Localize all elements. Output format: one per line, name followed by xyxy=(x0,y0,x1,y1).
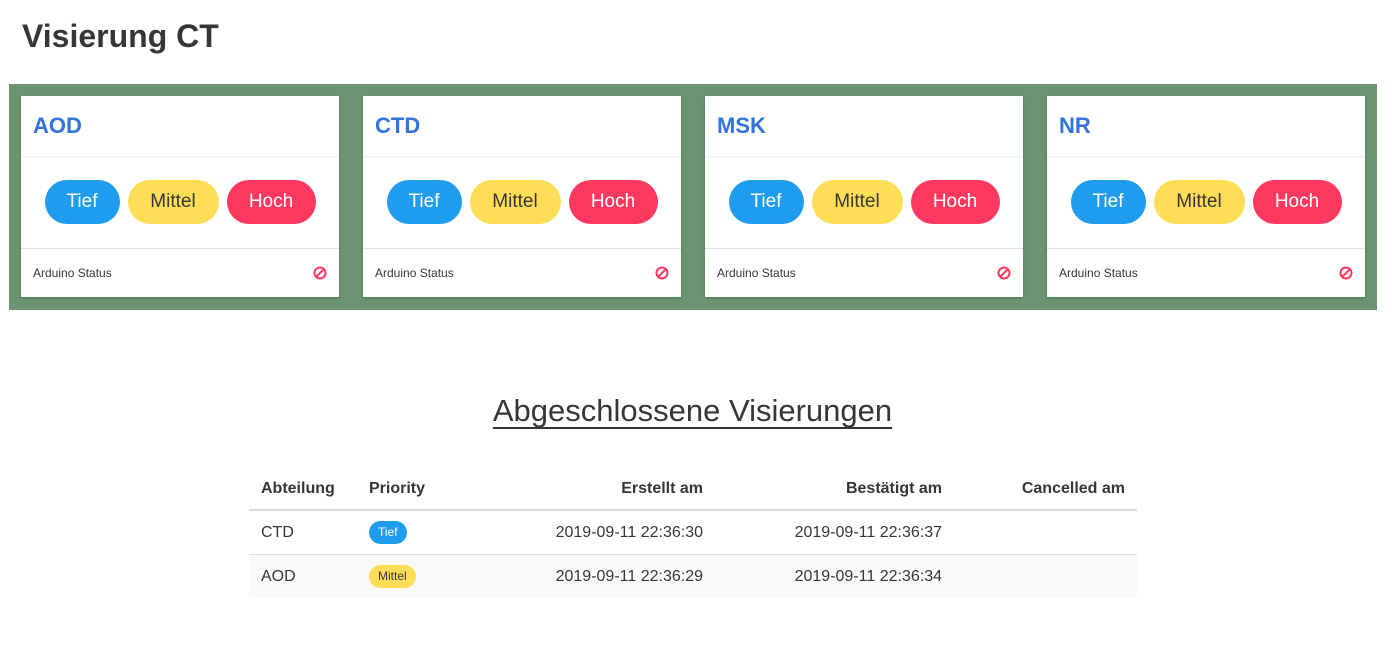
arduino-status-label: Arduino Status xyxy=(1059,266,1138,280)
column-header-priority: Priority xyxy=(357,468,487,511)
mittel-button[interactable]: Mittel xyxy=(469,180,561,224)
department-panel: AOD Tief Mittel Hoch Arduino Status CTD … xyxy=(9,84,1377,310)
hoch-button[interactable]: Hoch xyxy=(1252,180,1342,224)
hoch-button[interactable]: Hoch xyxy=(568,180,658,224)
arduino-status-label: Arduino Status xyxy=(375,266,454,280)
history-table: Abteilung Priority Erstellt am Bestätigt… xyxy=(249,468,1137,598)
cell-abteilung: CTD xyxy=(249,510,357,555)
cell-erstellt: 2019-09-11 22:36:30 xyxy=(487,510,715,555)
cell-priority: Tief xyxy=(357,510,487,555)
mittel-button[interactable]: Mittel xyxy=(127,180,219,224)
priority-buttons: Tief Mittel Hoch xyxy=(363,156,681,249)
column-header-cancelled: Cancelled am xyxy=(954,468,1137,511)
card-header: NR xyxy=(1047,96,1365,156)
department-card-aod: AOD Tief Mittel Hoch Arduino Status xyxy=(21,96,339,297)
priority-tag: Tief xyxy=(369,521,407,544)
priority-buttons: Tief Mittel Hoch xyxy=(21,156,339,249)
cell-abteilung: AOD xyxy=(249,554,357,598)
card-header: AOD xyxy=(21,96,339,156)
table-row: CTD Tief 2019-09-11 22:36:30 2019-09-11 … xyxy=(249,510,1137,555)
cell-bestaetigt: 2019-09-11 22:36:37 xyxy=(715,510,954,555)
hoch-button[interactable]: Hoch xyxy=(226,180,316,224)
card-footer: Arduino Status xyxy=(705,249,1023,297)
department-card-nr: NR Tief Mittel Hoch Arduino Status xyxy=(1047,96,1365,297)
column-header-bestaetigt: Bestätigt am xyxy=(715,468,954,511)
tief-button[interactable]: Tief xyxy=(44,180,120,224)
table-header-row: Abteilung Priority Erstellt am Bestätigt… xyxy=(249,468,1137,511)
table-row: AOD Mittel 2019-09-11 22:36:29 2019-09-1… xyxy=(249,554,1137,598)
ban-icon xyxy=(997,266,1011,280)
card-footer: Arduino Status xyxy=(1047,249,1365,297)
card-title: CTD xyxy=(375,113,421,138)
column-header-abteilung: Abteilung xyxy=(249,468,357,511)
card-header: MSK xyxy=(705,96,1023,156)
arduino-status-label: Arduino Status xyxy=(33,266,112,280)
ban-icon xyxy=(1339,266,1353,280)
priority-buttons: Tief Mittel Hoch xyxy=(1047,156,1365,249)
card-footer: Arduino Status xyxy=(363,249,681,297)
cell-erstellt: 2019-09-11 22:36:29 xyxy=(487,554,715,598)
priority-tag: Mittel xyxy=(369,565,416,588)
history-title: Abgeschlossene Visierungen xyxy=(492,393,893,428)
page-title: Visierung CT xyxy=(22,18,219,54)
card-header: CTD xyxy=(363,96,681,156)
department-card-msk: MSK Tief Mittel Hoch Arduino Status xyxy=(705,96,1023,297)
cell-priority: Mittel xyxy=(357,554,487,598)
tief-button[interactable]: Tief xyxy=(728,180,804,224)
cell-bestaetigt: 2019-09-11 22:36:34 xyxy=(715,554,954,598)
column-header-erstellt: Erstellt am xyxy=(487,468,715,511)
tief-button[interactable]: Tief xyxy=(386,180,462,224)
tief-button[interactable]: Tief xyxy=(1070,180,1146,224)
mittel-button[interactable]: Mittel xyxy=(811,180,903,224)
arduino-status-label: Arduino Status xyxy=(717,266,796,280)
card-title: MSK xyxy=(717,113,766,138)
cell-cancelled xyxy=(954,510,1137,555)
cell-cancelled xyxy=(954,554,1137,598)
card-title: NR xyxy=(1059,113,1091,138)
hoch-button[interactable]: Hoch xyxy=(910,180,1000,224)
priority-buttons: Tief Mittel Hoch xyxy=(705,156,1023,249)
ban-icon xyxy=(655,266,669,280)
card-footer: Arduino Status xyxy=(21,249,339,297)
mittel-button[interactable]: Mittel xyxy=(1153,180,1245,224)
card-title: AOD xyxy=(33,113,82,138)
ban-icon xyxy=(313,266,327,280)
department-card-ctd: CTD Tief Mittel Hoch Arduino Status xyxy=(363,96,681,297)
